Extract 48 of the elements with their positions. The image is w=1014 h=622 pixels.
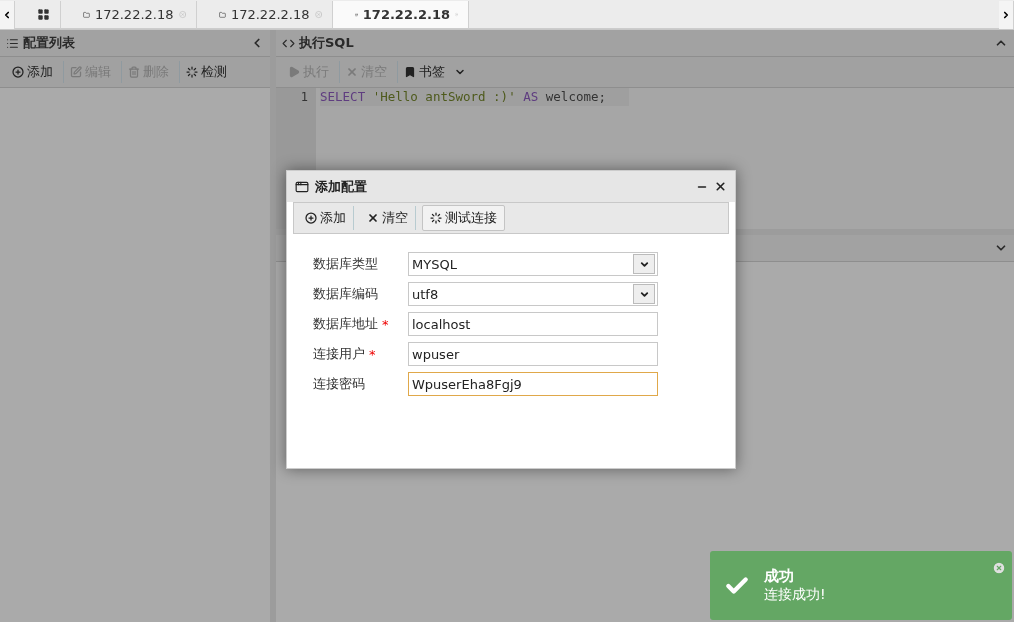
edit-icon: [70, 66, 82, 78]
add-icon: [305, 212, 317, 224]
scroll-left-button[interactable]: [0, 1, 15, 29]
spinner-icon: [430, 212, 442, 224]
toolbar-button[interactable]: 添加: [6, 61, 64, 83]
tab[interactable]: 172.22.2.18: [61, 1, 197, 29]
trash-icon: [128, 66, 140, 78]
dropdown-button[interactable]: [633, 254, 655, 274]
toolbar-button[interactable]: 清空: [360, 206, 416, 230]
toast-title: 成功: [764, 567, 795, 586]
input-field[interactable]: localhost: [408, 312, 658, 336]
chevron-left-icon: [2, 10, 12, 20]
scroll-right-button[interactable]: [999, 1, 1014, 29]
close-icon: [346, 66, 358, 78]
home-tab[interactable]: [15, 1, 61, 29]
field-label: 连接密码: [313, 375, 365, 393]
field-label: 数据库类型: [313, 255, 378, 273]
toast-message: 连接成功!: [764, 586, 826, 604]
line-number: 1: [299, 89, 308, 106]
chevron-right-icon: [1001, 10, 1011, 20]
panel-title: 配置列表: [23, 34, 76, 52]
add-icon: [12, 66, 24, 78]
select-field[interactable]: MYSQL: [408, 252, 658, 276]
window-icon: [295, 179, 309, 194]
close-icon: [367, 212, 379, 224]
close-icon[interactable]: [714, 180, 727, 193]
field-label: 数据库地址: [313, 315, 378, 333]
list-icon: [6, 36, 19, 50]
input-field[interactable]: WpuserEha8Fgj9: [408, 372, 658, 396]
required-mark: *: [369, 346, 376, 362]
spinner-icon: [186, 66, 198, 78]
tab[interactable]: 172.22.2.18: [333, 1, 469, 29]
bookmark-icon: [404, 66, 416, 78]
tab[interactable]: 172.22.2.18: [197, 1, 333, 29]
toolbar-button[interactable]: 书签: [398, 61, 476, 83]
field-label: 数据库编码: [313, 285, 378, 303]
toolbar-button[interactable]: 添加: [298, 206, 354, 230]
panel-title: 执行SQL: [299, 34, 355, 52]
toolbar-button[interactable]: 检测: [180, 61, 237, 83]
field-label: 连接用户: [313, 345, 365, 363]
grid-icon: [37, 8, 50, 21]
toolbar-button[interactable]: 测试连接: [422, 205, 505, 231]
select-field[interactable]: utf8: [408, 282, 658, 306]
input-field[interactable]: wpuser: [408, 342, 658, 366]
dropdown-button[interactable]: [633, 284, 655, 304]
dialog-title: 添加配置: [315, 177, 368, 196]
play-icon: [288, 66, 300, 78]
required-mark: *: [382, 316, 389, 332]
